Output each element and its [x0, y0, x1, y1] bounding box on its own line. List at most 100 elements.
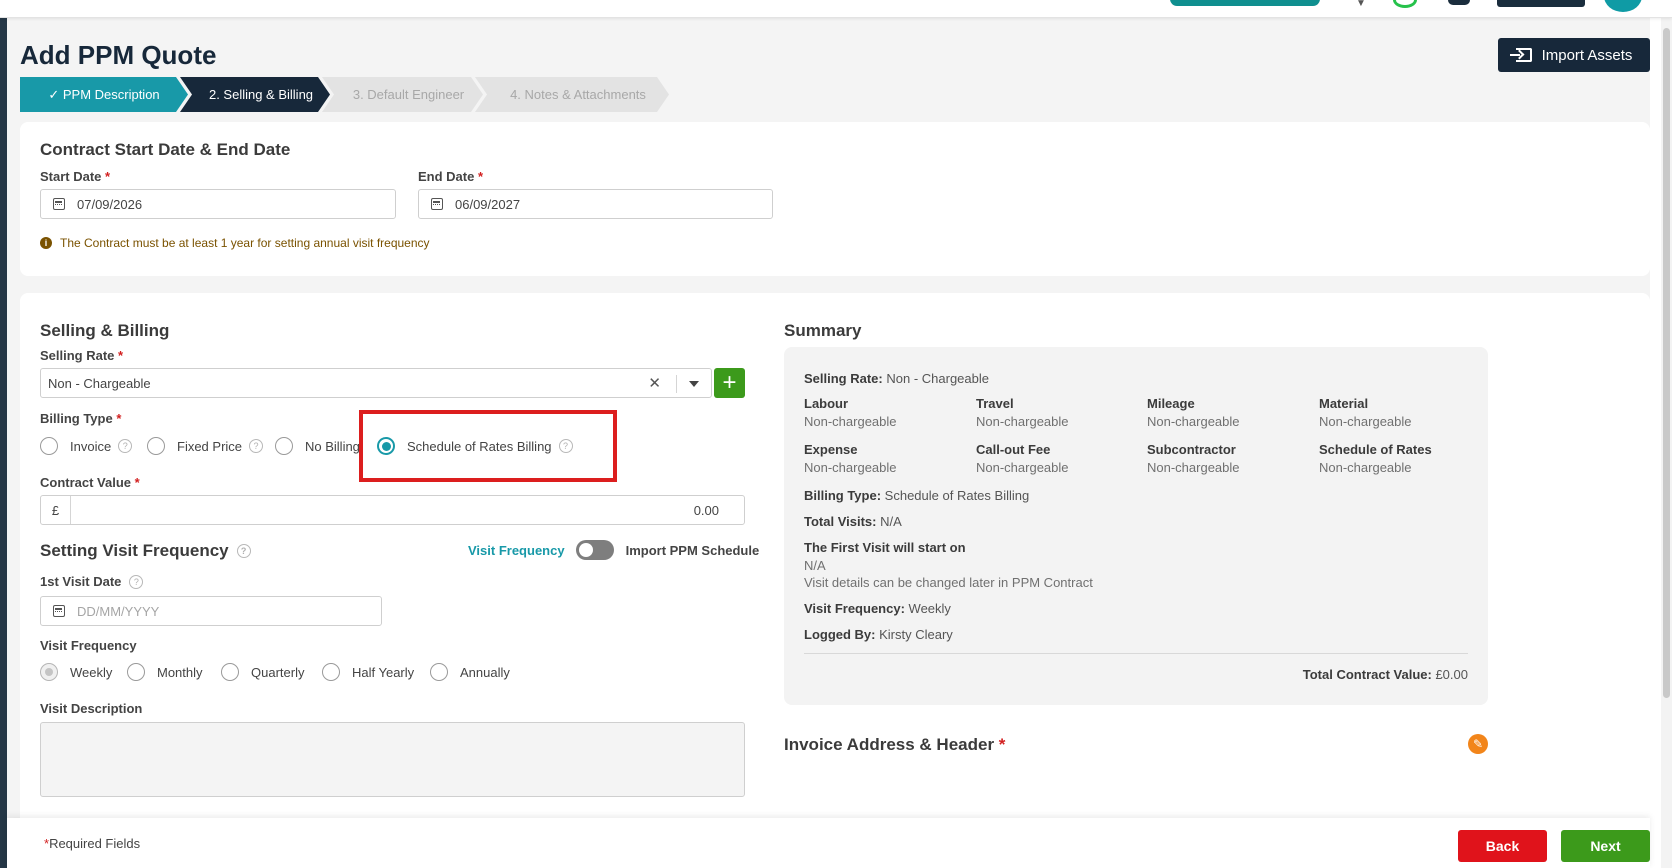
radio-icon[interactable]: [430, 663, 448, 681]
toggle-label-import-schedule[interactable]: Import PPM Schedule: [626, 543, 760, 558]
summary-total-contract-value: Total Contract Value: £0.00: [1303, 667, 1468, 682]
step-label: ✓ PPM Description: [48, 86, 160, 102]
radio-icon[interactable]: [275, 437, 293, 455]
billing-option-invoice[interactable]: Invoice ?: [40, 437, 133, 455]
freq-option-weekly[interactable]: Weekly: [40, 663, 112, 681]
summary-schedule-rates-value: Non-chargeable: [1319, 460, 1412, 475]
start-date-label: Start Date *: [40, 169, 111, 184]
back-button[interactable]: Back: [1458, 830, 1547, 862]
selling-rate-value: Non - Chargeable: [48, 375, 151, 391]
invoice-address-title: Invoice Address & Header *: [784, 735, 1006, 754]
summary-labour-value: Non-chargeable: [804, 414, 897, 429]
help-icon[interactable]: ?: [129, 574, 144, 589]
contract-value-input[interactable]: 0.00: [694, 503, 719, 518]
billing-type-label-text: Billing Type: [40, 411, 113, 426]
selling-rate-select[interactable]: Non - Chargeable ✕: [40, 368, 712, 398]
page-content: Add PPM Quote Import Assets ✓ PPM Descri…: [7, 18, 1650, 868]
end-date-value: 06/09/2027: [455, 196, 521, 212]
radio-icon[interactable]: [322, 663, 340, 681]
stepper: ✓ PPM Description 2. Selling & Billing 3…: [20, 77, 661, 112]
next-button[interactable]: Next: [1561, 830, 1650, 862]
import-assets-button[interactable]: Import Assets: [1498, 38, 1650, 72]
top-action-pill[interactable]: [1170, 0, 1320, 6]
start-date-field[interactable]: 07/09/2026: [40, 189, 396, 219]
help-icon[interactable]: ?: [118, 439, 133, 453]
freq-option-quarterly[interactable]: Quarterly: [221, 663, 304, 681]
start-date-label-text: Start Date: [40, 169, 102, 184]
freq-option-label: Annually: [460, 664, 510, 680]
summary-schedule-rates-head: Schedule of Rates: [1319, 442, 1432, 457]
freq-option-monthly[interactable]: Monthly: [127, 663, 203, 681]
add-selling-rate-button[interactable]: +: [714, 368, 745, 398]
scrollbar-thumb[interactable]: [1663, 28, 1670, 698]
highlight-annotation-box: [359, 410, 617, 482]
summary-labour-head: Labour: [804, 396, 849, 411]
billing-option-label: Fixed Price: [177, 438, 243, 454]
summary-mileage-head: Mileage: [1147, 396, 1195, 411]
toggle-label-visit-frequency[interactable]: Visit Frequency: [468, 543, 565, 558]
visit-frequency-title-text: Setting Visit Frequency: [40, 541, 229, 560]
pencil-icon[interactable]: ✎: [1468, 734, 1488, 754]
radio-selected-icon[interactable]: [40, 663, 58, 681]
summary-first-visit-head: The First Visit will start on: [804, 540, 966, 555]
calendar-icon: [431, 198, 443, 210]
visit-description-label: Visit Description: [40, 701, 143, 716]
freq-option-annually[interactable]: Annually: [430, 663, 510, 681]
summary-value: Schedule of Rates Billing: [884, 488, 1030, 503]
radio-icon[interactable]: [127, 663, 145, 681]
whatsapp-icon[interactable]: [1393, 0, 1417, 8]
billing-option-label: Invoice: [70, 438, 112, 454]
contract-dates-title: Contract Start Date & End Date: [40, 140, 291, 159]
radio-icon[interactable]: [221, 663, 239, 681]
chevron-down-icon[interactable]: [689, 381, 699, 387]
contract-value-field[interactable]: £ 0.00: [40, 495, 745, 525]
visit-frequency-title: Setting Visit Frequency ?: [40, 541, 251, 561]
summary-expense-value: Non-chargeable: [804, 460, 897, 475]
scrollbar[interactable]: [1661, 18, 1672, 868]
billing-option-no-billing[interactable]: No Billing: [275, 437, 360, 455]
selling-rate-label: Selling Rate *: [40, 348, 124, 363]
radio-icon[interactable]: [40, 437, 58, 455]
visit-mode-toggle-row: Visit Frequency Import PPM Schedule: [468, 540, 759, 560]
end-date-label: End Date *: [418, 169, 484, 184]
summary-key: Billing Type:: [804, 488, 882, 503]
freq-option-half-yearly[interactable]: Half Yearly: [322, 663, 414, 681]
summary-panel: Selling Rate: Non - Chargeable Labour No…: [784, 347, 1488, 705]
radio-icon[interactable]: [147, 437, 165, 455]
summary-callout-value: Non-chargeable: [976, 460, 1069, 475]
end-date-label-text: End Date: [418, 169, 475, 184]
freq-option-label: Half Yearly: [352, 664, 415, 680]
select-separator: [676, 375, 677, 393]
selling-billing-card: Selling & Billing Selling Rate * Non - C…: [20, 293, 1650, 868]
import-icon: [1509, 48, 1532, 62]
summary-value: Non - Chargeable: [886, 371, 989, 386]
billing-option-label: No Billing: [305, 438, 360, 454]
currency-symbol: £: [41, 496, 71, 524]
bell-icon[interactable]: [1448, 0, 1470, 5]
first-visit-date-field[interactable]: DD/MM/YYYY: [40, 596, 382, 626]
billing-option-fixed-price[interactable]: Fixed Price ?: [147, 437, 264, 455]
calendar-icon: [53, 605, 65, 617]
summary-callout-head: Call-out Fee: [976, 442, 1051, 457]
info-icon: i: [40, 237, 52, 249]
summary-subcontractor-value: Non-chargeable: [1147, 460, 1240, 475]
end-date-field[interactable]: 06/09/2027: [418, 189, 773, 219]
summary-key: Total Visits:: [804, 514, 877, 529]
step-notes-attachments[interactable]: 4. Notes & Attachments: [475, 77, 669, 112]
visit-mode-toggle[interactable]: [575, 540, 614, 560]
first-visit-label: 1st Visit Date ?: [40, 574, 144, 589]
summary-first-visit-note: Visit details can be changed later in PP…: [804, 575, 1093, 590]
clear-icon[interactable]: ✕: [648, 369, 661, 397]
top-navbar-button[interactable]: [1497, 0, 1585, 7]
step-ppm-description[interactable]: ✓ PPM Description: [20, 77, 188, 112]
visit-description-textarea[interactable]: [40, 722, 745, 797]
summary-billing-type: Billing Type: Schedule of Rates Billing: [804, 488, 1029, 503]
avatar[interactable]: [1604, 0, 1642, 12]
summary-title: Summary: [784, 321, 862, 340]
help-icon[interactable]: ?: [236, 544, 251, 558]
step-default-engineer[interactable]: 3. Default Engineer: [322, 77, 483, 112]
step-selling-billing[interactable]: 2. Selling & Billing: [180, 77, 330, 112]
help-icon[interactable]: ?: [249, 439, 264, 453]
summary-logged-by: Logged By: Kirsty Cleary: [804, 627, 953, 642]
chevron-down-icon[interactable]: ▼: [1356, 0, 1366, 9]
